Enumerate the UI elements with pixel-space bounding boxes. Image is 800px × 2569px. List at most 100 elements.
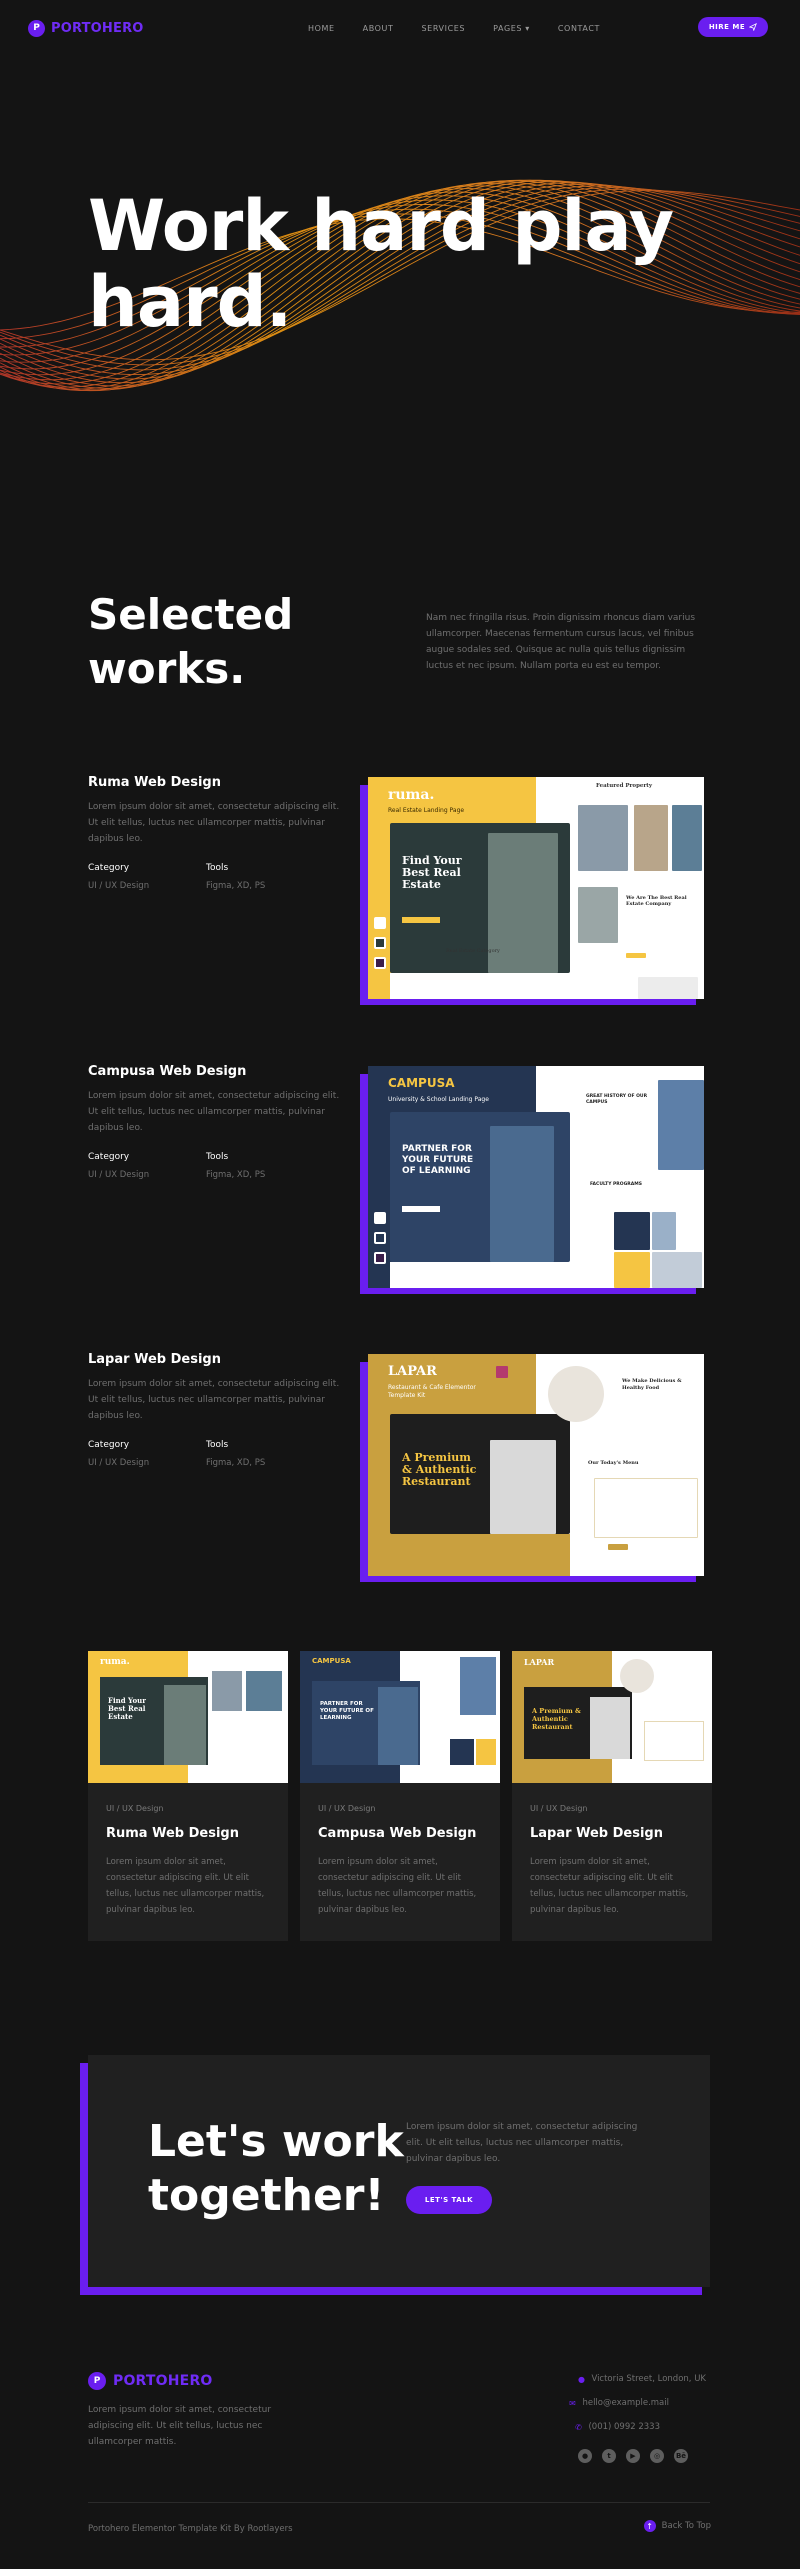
preview-right-sub: Our Today's Menu	[588, 1460, 639, 1466]
campusa-screenshot[interactable]: CAMPUSA University & School Landing Page…	[360, 1066, 704, 1294]
tools-value: Figma, XD, PS	[206, 1170, 266, 1180]
cta-title-line1: Let's work	[148, 2116, 404, 2167]
preview-right-title: Featured Property	[596, 783, 653, 789]
nav-contact[interactable]: CONTACT	[558, 24, 600, 33]
work-description: Lorem ipsum dolor sit amet, consectetur …	[88, 802, 340, 844]
card-description: Lorem ipsum dolor sit amet, consectetur …	[106, 1857, 265, 1915]
program-card-2	[652, 1212, 676, 1250]
footer-address: ● Victoria Street, London, UK	[577, 2374, 706, 2384]
house-photo-4	[578, 887, 618, 943]
card-image-brand: CAMPUSA	[312, 1657, 351, 1665]
github-icon[interactable]: ●	[578, 2449, 592, 2463]
work-title[interactable]: Lapar Web Design	[88, 1352, 352, 1367]
program-card-1	[614, 1212, 650, 1250]
card-image-brand: ruma.	[100, 1657, 130, 1667]
program-card-3	[614, 1252, 650, 1288]
campus-building-photo	[658, 1080, 704, 1170]
preview-right-title: GREAT HISTORY OF OUR CAMPUS	[586, 1094, 648, 1105]
work-title[interactable]: Ruma Web Design	[88, 775, 352, 790]
card-image-brand: LAPAR	[524, 1657, 555, 1667]
back-to-top-link[interactable]: ↑ Back To Top	[643, 2520, 711, 2532]
logo[interactable]: P PORTOHERO	[28, 19, 144, 37]
preview-subtitle: Restaurant & Cafe Elementor Template Kit	[388, 1384, 476, 1399]
nav-about[interactable]: ABOUT	[363, 24, 394, 33]
hire-me-label: HIRE ME	[708, 23, 746, 31]
campusa-preview: CAMPUSA University & School Landing Page…	[368, 1066, 704, 1288]
preview-right-sub: We Are The Best Real Estate Company	[626, 895, 687, 907]
card-image: ruma. Find Your Best Real Estate	[88, 1651, 288, 1783]
preview-button	[402, 1206, 440, 1212]
preview-hero-text: PARTNER FOR YOUR FUTURE OF LEARNING	[402, 1144, 474, 1176]
project-card-ruma[interactable]: ruma. Find Your Best Real Estate UI / UX…	[88, 1651, 288, 1941]
youtube-icon[interactable]: ▶	[626, 2449, 640, 2463]
send-icon	[749, 23, 758, 31]
nav-home[interactable]: HOME	[308, 24, 335, 33]
selected-works-title: Selected works.	[88, 588, 293, 696]
footer-phone[interactable]: ✆ (001) 0992 2333	[574, 2422, 660, 2432]
selected-title-line1: Selected	[88, 590, 294, 639]
card-title[interactable]: Campusa Web Design	[318, 1826, 476, 1841]
preview-right-title: We Make Delicious & Healthy Food	[622, 1378, 682, 1391]
preview-agent	[638, 977, 698, 999]
social-links: ● t ▶ ◎ Bē	[578, 2449, 688, 2463]
card-category: UI / UX Design	[318, 1804, 376, 1813]
side-icon-1	[374, 917, 386, 929]
preview-subtitle: University & School Landing Page	[388, 1096, 489, 1103]
hire-me-button[interactable]: HIRE ME	[698, 17, 768, 37]
house-photo-2	[634, 805, 668, 871]
logo-mark: P	[28, 19, 45, 37]
side-icon-3	[374, 957, 386, 969]
card-description: Lorem ipsum dolor sit amet, consectetur …	[318, 1857, 477, 1915]
nav-pages-label: PAGES	[493, 23, 523, 33]
category-value: UI / UX Design	[88, 881, 150, 891]
card-image-hero-text: Find Your Best Real Estate	[108, 1696, 146, 1721]
menu-list	[594, 1478, 698, 1538]
twitter-icon[interactable]: t	[602, 2449, 616, 2463]
tools-label: Tools	[206, 1440, 229, 1450]
lapar-screenshot[interactable]: LAPAR Restaurant & Cafe Elementor Templa…	[360, 1354, 704, 1582]
card-image-hero-text: PARTNER FOR YOUR FUTURE OF LEARNING	[320, 1701, 374, 1721]
preview-small-button	[626, 953, 646, 958]
card-image: CAMPUSA PARTNER FOR YOUR FUTURE OF LEARN…	[300, 1651, 500, 1783]
footer-description: Lorem ipsum dolor sit amet, consectetur …	[88, 2405, 272, 2447]
card-title[interactable]: Lapar Web Design	[530, 1826, 663, 1841]
house-photo-3	[672, 805, 702, 871]
map-pin-icon: ●	[577, 2374, 585, 2384]
category-label: Category	[88, 1152, 130, 1162]
hero-title: Work hard play hard.	[88, 188, 728, 340]
phone-text: (001) 0992 2333	[588, 2422, 660, 2432]
card-title[interactable]: Ruma Web Design	[106, 1826, 239, 1841]
category-label: Category	[88, 863, 130, 873]
house-photo-1	[578, 805, 628, 871]
work-description: Lorem ipsum dolor sit amet, consectetur …	[88, 1379, 340, 1421]
salad-plate	[548, 1366, 604, 1422]
footer-email[interactable]: ✉ hello@example.mail	[568, 2398, 669, 2408]
preview-strip	[390, 973, 570, 999]
top-navigation: P PORTOHERO HOME ABOUT SERVICES PAGES ▾ …	[0, 0, 800, 56]
behance-icon[interactable]: Bē	[674, 2449, 688, 2463]
work-title[interactable]: Campusa Web Design	[88, 1064, 352, 1079]
footer-logo[interactable]: P PORTOHERO	[88, 2372, 213, 2390]
project-card-lapar[interactable]: LAPAR A Premium & Authentic Restaurant U…	[512, 1651, 712, 1941]
dribbble-icon[interactable]: ◎	[650, 2449, 664, 2463]
tools-label: Tools	[206, 863, 229, 873]
lets-talk-button[interactable]: LET'S TALK	[406, 2186, 492, 2214]
email-text: hello@example.mail	[582, 2398, 669, 2408]
selected-title-line2: works.	[88, 644, 246, 693]
elementor-badge	[496, 1366, 508, 1378]
preview-strip	[390, 1534, 570, 1576]
ruma-screenshot[interactable]: ruma. Real Estate Landing Page Find Your…	[360, 777, 704, 1005]
program-card-4	[652, 1252, 702, 1288]
preview-hero-text: Find Your Best Real Estate	[402, 854, 462, 891]
side-icon-2	[374, 1232, 386, 1244]
nav-pages[interactable]: PAGES ▾	[493, 24, 530, 33]
phone-icon: ✆	[575, 2422, 582, 2432]
cta-title-line2: together!	[148, 2170, 385, 2221]
back-to-top-label: Back To Top	[661, 2521, 711, 2531]
card-image: LAPAR A Premium & Authentic Restaurant	[512, 1651, 712, 1783]
work-item-lapar: Lapar Web Design Lorem ipsum dolor sit a…	[88, 1352, 352, 1468]
nav-services[interactable]: SERVICES	[421, 24, 465, 33]
footer-credit: Portohero Elementor Template Kit By Root…	[88, 2524, 293, 2534]
hero-title-line2: hard.	[88, 261, 292, 343]
project-card-campusa[interactable]: CAMPUSA PARTNER FOR YOUR FUTURE OF LEARN…	[300, 1651, 500, 1941]
